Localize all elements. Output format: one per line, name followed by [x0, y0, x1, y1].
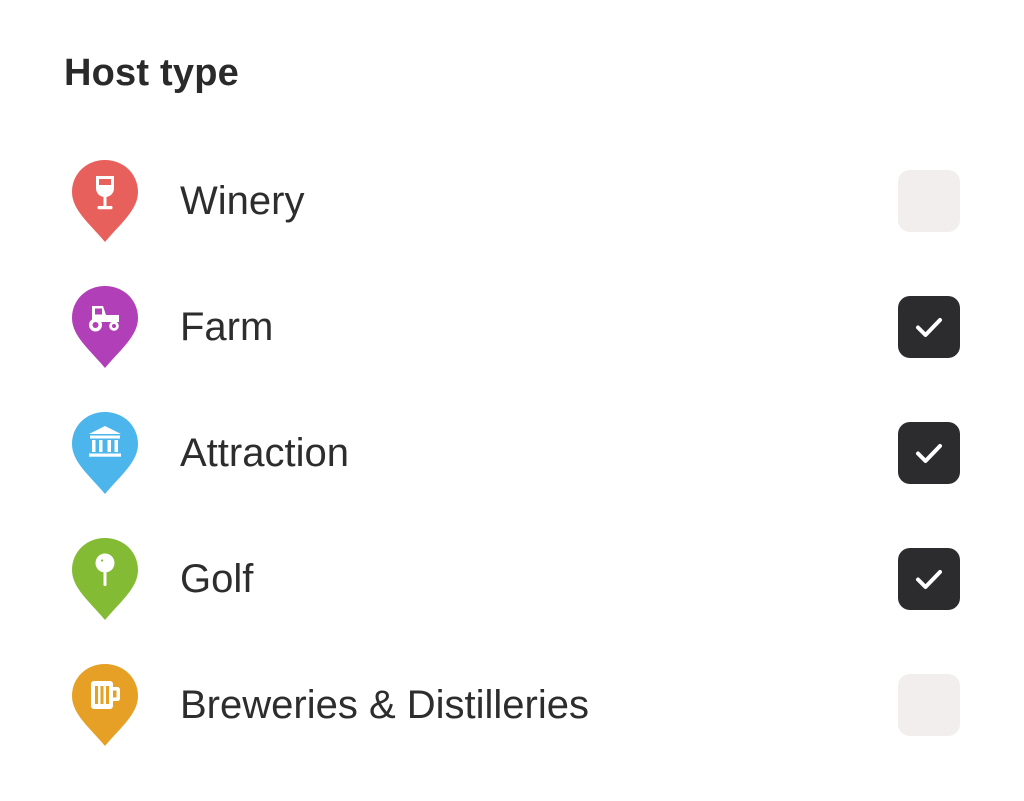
- wine-glass-icon: [70, 158, 140, 244]
- item-label: Farm: [180, 305, 274, 349]
- item-label: Golf: [180, 557, 254, 601]
- golf-checkbox[interactable]: [898, 548, 960, 610]
- golf-ball-icon: [70, 536, 140, 622]
- section-title: Host type: [64, 52, 239, 94]
- tractor-icon: [70, 284, 140, 370]
- list-item-winery[interactable]: Winery: [0, 138, 1024, 264]
- list-item-attraction[interactable]: Attraction: [0, 390, 1024, 516]
- item-label: Winery: [180, 179, 305, 223]
- list-item-farm[interactable]: Farm: [0, 264, 1024, 390]
- museum-icon: [70, 410, 140, 496]
- list-item-golf[interactable]: Golf: [0, 516, 1024, 642]
- list-item-breweries-distilleries[interactable]: Breweries & Distilleries: [0, 642, 1024, 768]
- beer-mug-icon: [70, 662, 140, 748]
- checkmark-icon: [916, 444, 942, 463]
- breweries-distilleries-checkbox[interactable]: [898, 674, 960, 736]
- attraction-checkbox[interactable]: [898, 422, 960, 484]
- host-type-list: Winery Farm Attraction Golf Breweries & …: [0, 138, 1024, 768]
- item-label: Attraction: [180, 431, 349, 475]
- farm-checkbox[interactable]: [898, 296, 960, 358]
- item-label: Breweries & Distilleries: [180, 683, 589, 727]
- winery-checkbox[interactable]: [898, 170, 960, 232]
- checkmark-icon: [916, 318, 942, 337]
- checkmark-icon: [916, 570, 942, 589]
